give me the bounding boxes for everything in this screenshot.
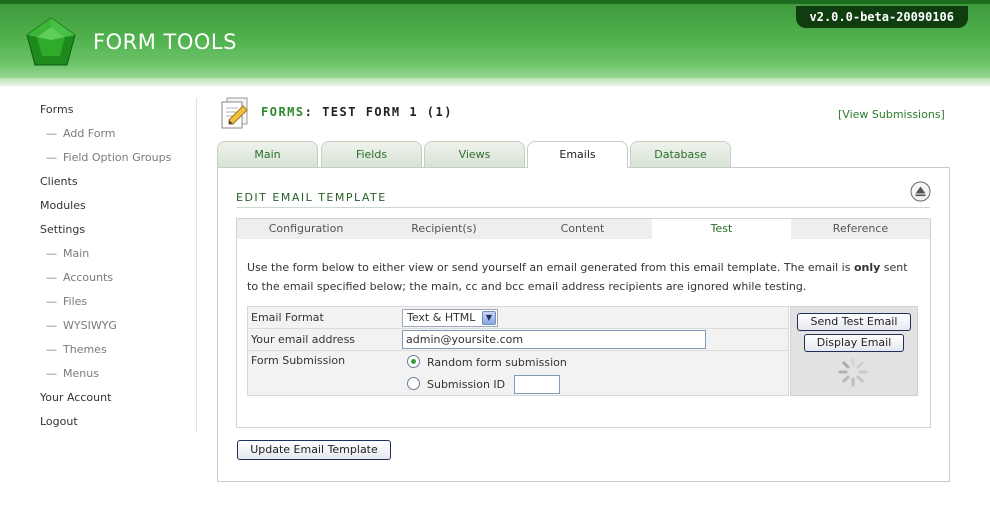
row-divider	[248, 328, 788, 329]
email-format-value: Text & HTML	[407, 311, 476, 324]
sidebar-item-accounts[interactable]: — Accounts	[40, 268, 200, 292]
display-email-button[interactable]: Display Email	[804, 334, 904, 352]
sidebar-item-add-form[interactable]: — Add Form	[40, 124, 200, 148]
forms-page-icon	[221, 97, 248, 129]
email-format-select[interactable]: Text & HTML ▼	[402, 309, 498, 327]
submission-id-radio[interactable]	[407, 377, 420, 390]
chevron-down-icon[interactable]: ▼	[482, 311, 496, 325]
sidebar-item-modules[interactable]: Modules	[40, 196, 200, 220]
random-submission-radio[interactable]	[407, 355, 420, 368]
sidebar-item-logout[interactable]: Logout	[40, 412, 200, 436]
loading-spinner-icon	[838, 357, 868, 387]
app-header: FORM TOOLS v2.0.0-beta-20090106	[0, 0, 990, 78]
tab-emails[interactable]: Emails	[527, 141, 628, 168]
submission-id-label: Submission ID	[427, 378, 506, 391]
sidebar-item-clients[interactable]: Clients	[40, 172, 200, 196]
logo-gem-icon	[26, 17, 76, 66]
email-address-input[interactable]: admin@yoursite.com	[402, 330, 706, 349]
inner-tab-reference[interactable]: Reference	[791, 219, 930, 239]
update-email-template-button[interactable]: Update Email Template	[237, 440, 391, 460]
inner-tab-test[interactable]: Test	[652, 219, 791, 239]
collapse-up-icon[interactable]	[910, 181, 931, 202]
sidebar-item-main[interactable]: — Main	[40, 244, 200, 268]
sidebar-nav: Forms — Add Form — Field Option Groups Cli…	[40, 100, 200, 436]
submission-id-input[interactable]	[514, 375, 560, 394]
sidebar-item-field-option-groups[interactable]: — Field Option Groups	[40, 148, 200, 172]
tab-database[interactable]: Database	[630, 141, 731, 167]
sidebar-divider	[196, 98, 197, 433]
inner-tab-configuration[interactable]: Configuration	[237, 219, 375, 239]
tab-views[interactable]: Views	[424, 141, 525, 167]
page-title: FORMS: TEST FORM 1 (1)	[261, 105, 453, 119]
send-test-email-button[interactable]: Send Test Email	[797, 313, 911, 331]
tab-fields[interactable]: Fields	[321, 141, 422, 167]
header-shadow	[0, 78, 990, 86]
test-description: Use the form below to either view or sen…	[247, 261, 908, 293]
row-divider	[248, 350, 788, 351]
email-format-label: Email Format	[251, 311, 324, 324]
sidebar-item-files[interactable]: — Files	[40, 292, 200, 316]
form-submission-label: Form Submission	[251, 354, 346, 367]
section-title: EDIT EMAIL TEMPLATE	[236, 191, 387, 204]
sidebar-item-your-account[interactable]: Your Account	[40, 388, 200, 412]
random-submission-label: Random form submission	[427, 356, 567, 369]
logo-text: FORM TOOLS	[93, 30, 237, 54]
email-address-label: Your email address	[251, 333, 356, 346]
view-submissions-link[interactable]: [View Submissions]	[838, 108, 945, 121]
sidebar-item-forms[interactable]: Forms	[40, 100, 200, 124]
version-badge: v2.0.0-beta-20090106	[795, 6, 968, 28]
tab-main[interactable]: Main	[217, 141, 318, 167]
section-divider	[236, 207, 930, 208]
sidebar-item-menus[interactable]: — Menus	[40, 364, 200, 388]
sidebar-item-wysiwyg[interactable]: — WYSIWYG	[40, 316, 200, 340]
inner-tab-recipients[interactable]: Recipient(s)	[375, 219, 513, 239]
sidebar-item-settings[interactable]: Settings	[40, 220, 200, 244]
inner-tab-content[interactable]: Content	[513, 219, 652, 239]
sidebar-item-themes[interactable]: — Themes	[40, 340, 200, 364]
